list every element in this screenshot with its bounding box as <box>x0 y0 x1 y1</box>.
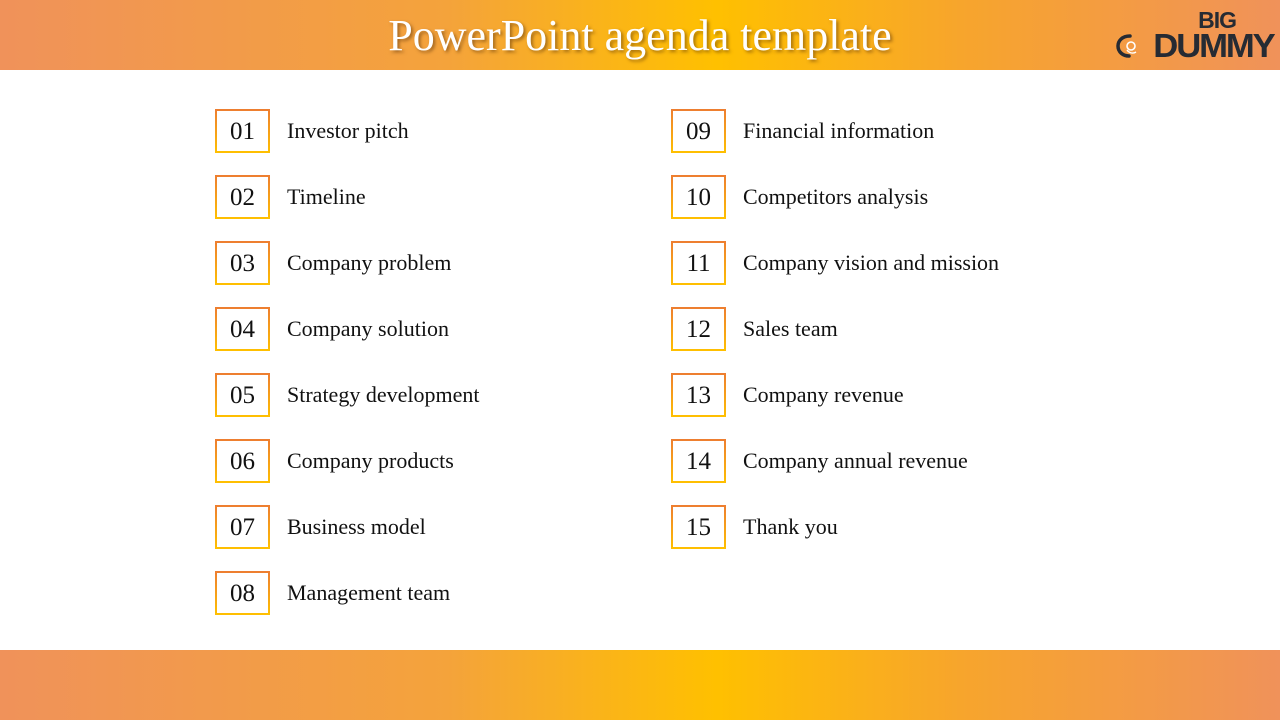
agenda-number-box: 09 <box>671 109 726 153</box>
agenda-number-box: 13 <box>671 373 726 417</box>
agenda-item: 14 Company annual revenue <box>671 439 999 483</box>
agenda-label: Thank you <box>743 514 838 539</box>
agenda-number: 08 <box>217 573 268 613</box>
agenda-item: 09 Financial information <box>671 109 999 153</box>
agenda-number: 05 <box>217 375 268 415</box>
agenda-number: 03 <box>217 243 268 283</box>
agenda-label: Company products <box>287 448 454 473</box>
agenda-label: Strategy development <box>287 382 480 407</box>
agenda-number: 09 <box>673 111 724 151</box>
agenda-label: Business model <box>287 514 426 539</box>
agenda-number: 10 <box>673 177 724 217</box>
agenda-number: 01 <box>217 111 268 151</box>
logo-swirl-icon <box>1116 34 1137 58</box>
agenda-item: 01 Investor pitch <box>215 109 479 153</box>
agenda-number-box: 04 <box>215 307 270 351</box>
agenda-item: 02 Timeline <box>215 175 479 219</box>
agenda-label: Company revenue <box>743 382 904 407</box>
agenda-number-box: 15 <box>671 505 726 549</box>
agenda-number-box: 08 <box>215 571 270 615</box>
agenda-item: 15 Thank you <box>671 505 999 549</box>
agenda-label: Financial information <box>743 118 935 143</box>
agenda-number: 04 <box>217 309 268 349</box>
agenda-label: Company vision and mission <box>743 250 1000 275</box>
agenda-label: Timeline <box>287 184 366 209</box>
agenda-number-box: 06 <box>215 439 270 483</box>
agenda-item: 03 Company problem <box>215 241 479 285</box>
agenda-label: Sales team <box>743 316 838 341</box>
agenda-number-box: 14 <box>671 439 726 483</box>
agenda-number-box: 10 <box>671 175 726 219</box>
agenda-item: 08 Management team <box>215 571 479 615</box>
agenda-number-box: 03 <box>215 241 270 285</box>
agenda-label: Company solution <box>287 316 449 341</box>
agenda-label: Investor pitch <box>287 118 409 143</box>
agenda-item: 12 Sales team <box>671 307 999 351</box>
agenda-number-box: 12 <box>671 307 726 351</box>
agenda-item: 07 Business model <box>215 505 479 549</box>
agenda-number-box: 02 <box>215 175 270 219</box>
agenda-number: 11 <box>673 243 724 283</box>
big-dummy-logo: BIG DUMMY <box>1096 6 1276 66</box>
logo-text-dummy: DUMMY <box>1153 27 1276 64</box>
agenda-item: 11 Company vision and mission <box>671 241 999 285</box>
agenda-number: 13 <box>673 375 724 415</box>
agenda-label: Company problem <box>287 250 452 275</box>
agenda-number-box: 07 <box>215 505 270 549</box>
agenda-item: 05 Strategy development <box>215 373 479 417</box>
agenda-number: 12 <box>673 309 724 349</box>
agenda-number-box: 01 <box>215 109 270 153</box>
agenda-label: Management team <box>287 580 451 605</box>
agenda-number-box: 05 <box>215 373 270 417</box>
agenda-number-box: 11 <box>671 241 726 285</box>
agenda-item: 04 Company solution <box>215 307 479 351</box>
agenda-label: Company annual revenue <box>743 448 968 473</box>
agenda-number: 14 <box>673 441 724 481</box>
slide: PowerPoint agenda template BIG DUMMY 01 … <box>0 0 1280 720</box>
agenda-number: 07 <box>217 507 268 547</box>
agenda-number: 02 <box>217 177 268 217</box>
agenda-column-left: 01 Investor pitch 02 Timeline 03 Company… <box>215 109 479 637</box>
agenda-number: 15 <box>673 507 724 547</box>
agenda-column-right: 09 Financial information 10 Competitors … <box>671 109 999 571</box>
agenda-item: 06 Company products <box>215 439 479 483</box>
agenda-item: 13 Company revenue <box>671 373 999 417</box>
agenda-number: 06 <box>217 441 268 481</box>
agenda-item: 10 Competitors analysis <box>671 175 999 219</box>
agenda-label: Competitors analysis <box>743 184 929 209</box>
slide-title: PowerPoint agenda template <box>388 11 892 60</box>
footer-band <box>0 650 1280 720</box>
